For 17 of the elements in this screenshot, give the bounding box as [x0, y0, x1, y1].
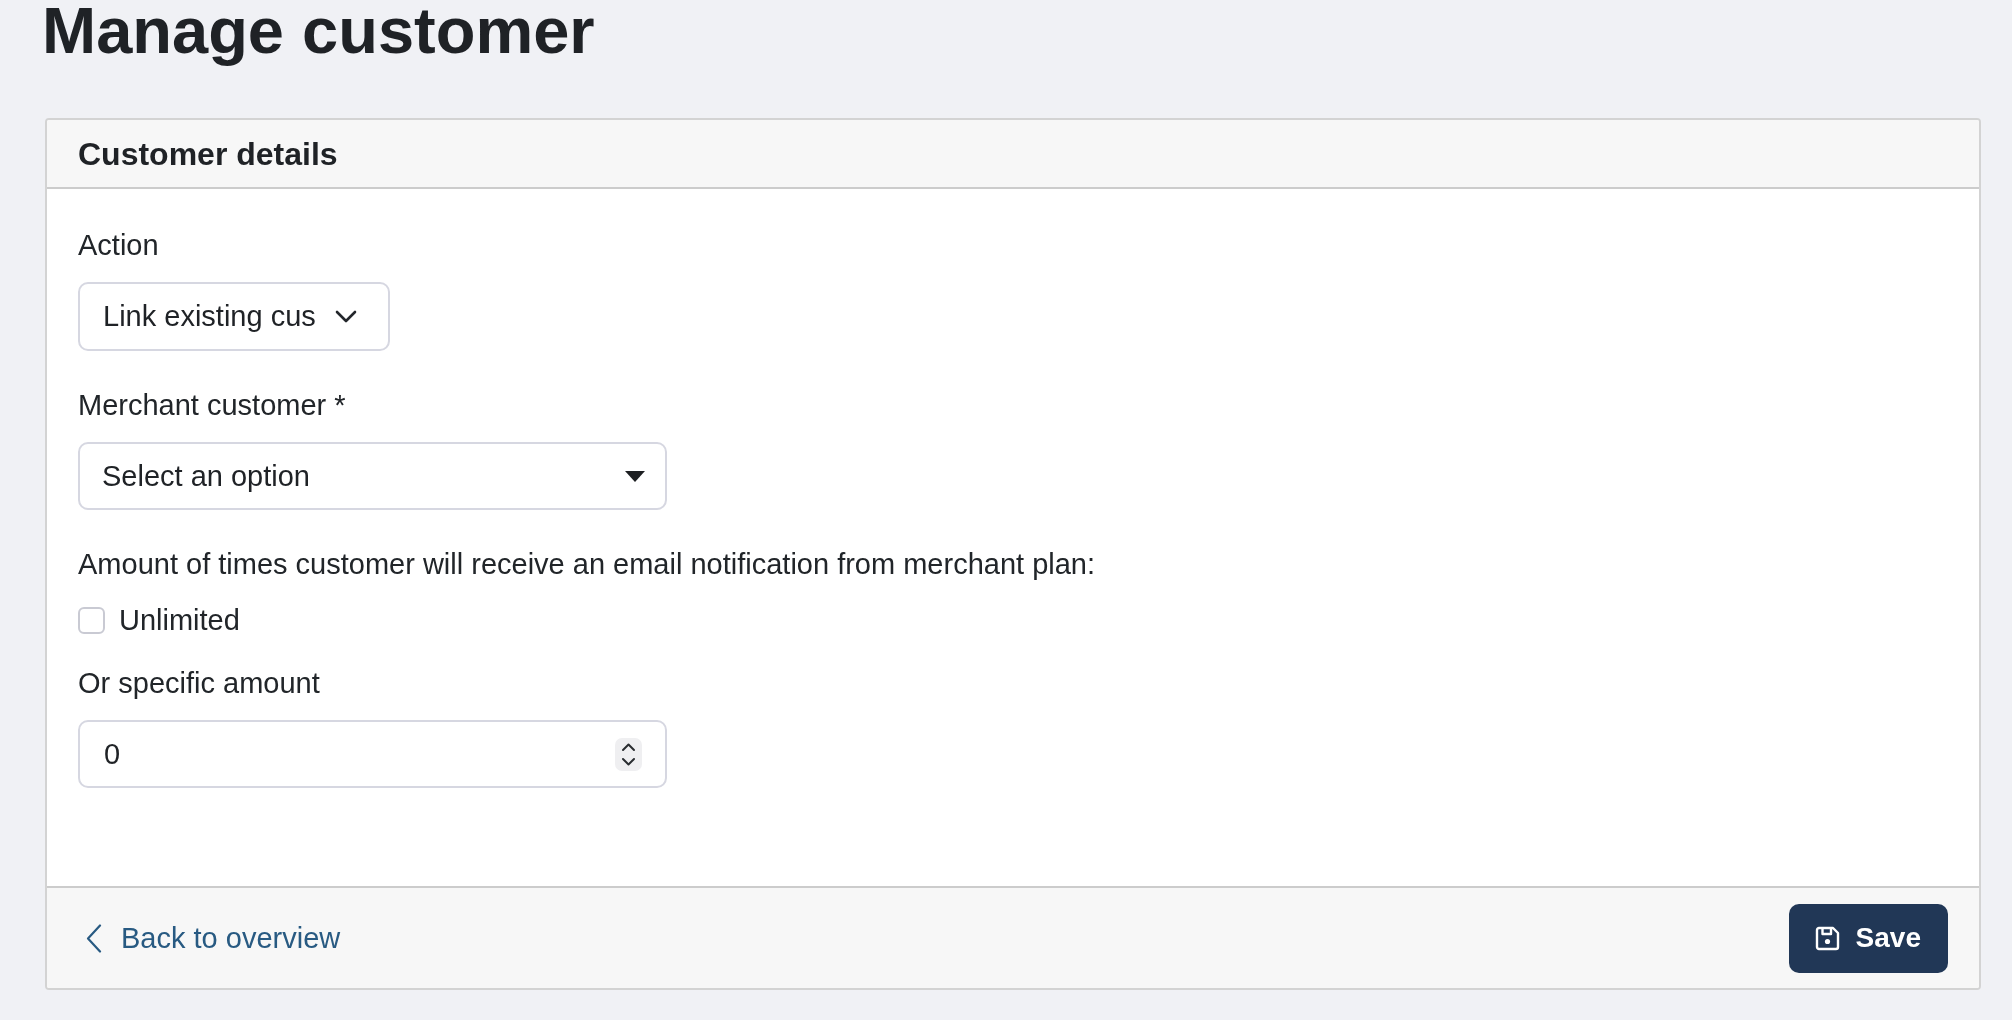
spinner-icon[interactable] [615, 737, 642, 771]
triangle-down-icon[interactable] [625, 470, 645, 482]
field-label: Amount of times customer will receive an email notification from merchant plan: [78, 547, 1097, 582]
chevron-down-icon[interactable] [334, 309, 357, 324]
number-input[interactable]: 0 [78, 720, 667, 788]
select-field[interactable]: Select an option [78, 442, 667, 510]
card-title: Customer details [78, 134, 338, 173]
chevron-left-icon [86, 923, 102, 953]
back-link[interactable]: Back to overview [86, 920, 341, 956]
dropdown-select[interactable]: Link existing cus [78, 282, 390, 351]
field-label: Merchant customer * [78, 388, 347, 423]
checkbox[interactable] [78, 607, 105, 634]
field-label: Or specific amount [78, 666, 321, 701]
field-label: Action [78, 228, 160, 263]
save-button[interactable]: Save [1788, 903, 1948, 973]
checkbox-label[interactable]: Unlimited [119, 603, 240, 638]
page-title: Manage customer [42, 0, 596, 64]
